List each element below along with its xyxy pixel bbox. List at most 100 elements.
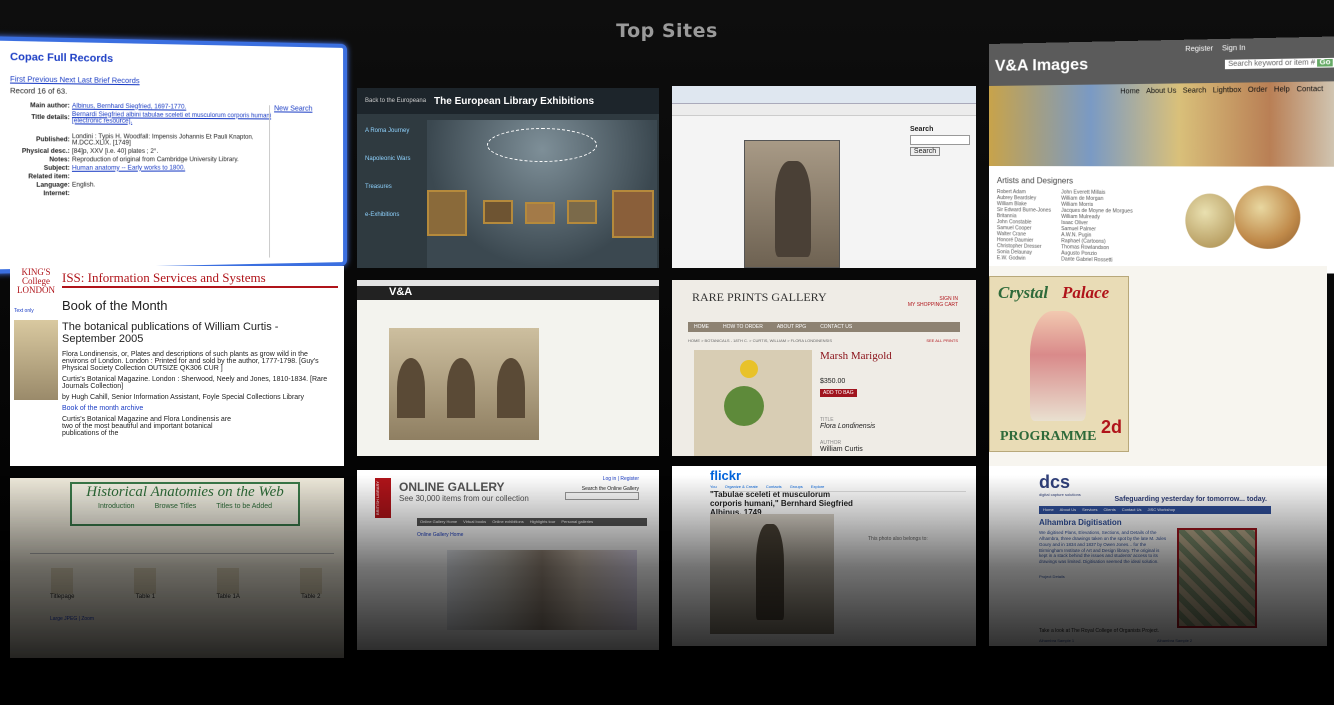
- va-section-title: Artists and Designers: [996, 176, 1074, 186]
- rpg-nav-about[interactable]: ABOUT RPG: [777, 324, 806, 330]
- dcs-nav-clients[interactable]: Clients: [1103, 507, 1115, 513]
- bl-tab-personal[interactable]: Personal galleries: [561, 519, 593, 525]
- bl-tab-books[interactable]: Virtual books: [463, 519, 486, 525]
- ha-row-item: Table 1A: [216, 594, 240, 600]
- rpg-add-button[interactable]: ADD TO BAG: [820, 389, 857, 397]
- dcs-logo[interactable]: dcs: [1039, 472, 1070, 493]
- top-site-european-library[interactable]: Back to the Europeana The European Libra…: [357, 88, 659, 268]
- copac-published: Londini : Typis H. Woodfall: Impensis Jo…: [71, 133, 254, 147]
- europeana-item-3[interactable]: Treasures: [365, 184, 425, 190]
- prints-search-input[interactable]: [910, 135, 970, 145]
- flickr-logo[interactable]: flickr: [710, 468, 741, 483]
- copac-subject-label: Subject:: [43, 165, 70, 172]
- flickr-photo-title: "Tabulae sceleti et musculorum corporis …: [710, 490, 853, 517]
- bl-log-in[interactable]: Log in: [603, 476, 617, 482]
- bl-tab-tour[interactable]: Highlights tour: [530, 519, 556, 525]
- va-search-go[interactable]: Go: [1317, 58, 1333, 67]
- dcs-detail[interactable]: Project Details: [1039, 574, 1065, 579]
- rpg-nav-contact[interactable]: CONTACT US: [820, 324, 852, 330]
- dcs-nav-about[interactable]: About Us: [1060, 507, 1076, 513]
- copac-internet-label: Internet:: [43, 190, 70, 197]
- bl-tab-home[interactable]: Online Gallery Home: [420, 519, 457, 525]
- rpg-title-value: Flora Londinensis: [820, 423, 876, 430]
- dcs-nav-contact[interactable]: Contact Us: [1122, 507, 1142, 513]
- ha-link-added[interactable]: Titles to be Added: [216, 503, 272, 510]
- crystal-line2: Palace: [1062, 283, 1110, 302]
- top-site-flickr[interactable]: flickr You Organize & Create Contacts Gr…: [672, 466, 976, 646]
- va2-logo[interactable]: V&A: [389, 286, 412, 298]
- top-site-british-library[interactable]: BRITISH LIBRARY ONLINE GALLERY See 30,00…: [357, 470, 659, 650]
- va-register[interactable]: Register: [1185, 45, 1213, 53]
- dcs-sample1[interactable]: Alhambra Sample 1: [1039, 638, 1074, 643]
- copac-published-label: Published:: [35, 136, 70, 143]
- va-search-input[interactable]: Search keyword or item # Go: [1224, 57, 1334, 70]
- rpg-see-all[interactable]: SEE ALL PRINTS: [926, 338, 958, 343]
- top-site-dcs[interactable]: dcs digital capture solutions Safeguardi…: [989, 466, 1327, 646]
- rpg-cart[interactable]: MY SHOPPING CART: [908, 302, 958, 308]
- va-artist[interactable]: E.W. Godwin: [997, 255, 1051, 262]
- bl-subtitle: See 30,000 items from our collection: [399, 494, 529, 503]
- dcs-nav-services[interactable]: Services: [1082, 507, 1097, 513]
- rpg-nav-home[interactable]: HOME: [694, 324, 709, 330]
- bl-search-input[interactable]: [565, 492, 639, 500]
- copac-title-label: Title details:: [31, 114, 70, 121]
- bl-breadcrumb[interactable]: Online Gallery Home: [417, 532, 463, 538]
- copac-notes-label: Notes:: [49, 156, 70, 163]
- top-site-va-alhambra[interactable]: V&A: [357, 280, 659, 456]
- dcs-text: We digitised Plans, Elevations, Sections…: [1039, 530, 1167, 565]
- kings-byline: by Hugh Cahill, Senior Information Assis…: [62, 394, 305, 401]
- bl-title: ONLINE GALLERY: [399, 480, 505, 494]
- va-brand: V&A Images: [994, 56, 1089, 75]
- rpg-nav-order[interactable]: HOW TO ORDER: [723, 324, 763, 330]
- kings-para3: Curtis's Botanical Magazine and Flora Lo…: [62, 416, 232, 437]
- europeana-back-link[interactable]: Back to the Europeana: [365, 98, 426, 104]
- kings-text-only[interactable]: Text only: [14, 308, 58, 314]
- bl-logo[interactable]: BRITISH LIBRARY: [375, 478, 391, 518]
- va-nav-search[interactable]: Search: [1183, 87, 1207, 95]
- va-nav-lightbox[interactable]: Lightbox: [1213, 87, 1242, 95]
- europeana-item-2[interactable]: Napoleonic Wars: [365, 156, 425, 162]
- va-nav-about[interactable]: About Us: [1146, 88, 1176, 96]
- bl-tab-exhibitions[interactable]: Online exhibitions: [492, 519, 524, 525]
- ha-link-intro[interactable]: Introduction: [98, 503, 135, 510]
- kings-header: ISS: Information Services and Systems: [62, 270, 338, 288]
- dcs-logo-sub: digital capture solutions: [1039, 492, 1081, 497]
- va-nav-contact[interactable]: Contact: [1296, 86, 1323, 94]
- bl-register[interactable]: Register: [620, 476, 639, 482]
- crystal-line1: Crystal: [998, 283, 1049, 302]
- top-site-historical-anatomies[interactable]: Historical Anatomies on the Web Introduc…: [10, 478, 344, 658]
- kings-archive-link[interactable]: Book of the month archive: [62, 405, 334, 412]
- va-nav-home[interactable]: Home: [1120, 88, 1139, 95]
- rpg-breadcrumb: HOME > BOTANICALS - 18TH C. > CURTIS, WI…: [688, 338, 832, 343]
- va-artist[interactable]: Dante Gabriel Rossetti: [1061, 256, 1133, 264]
- dcs-sample2[interactable]: Alhambra Sample 2: [1157, 638, 1192, 643]
- ha-zoom-link[interactable]: Large JPEG | Zoom: [50, 616, 94, 622]
- copac-title-value[interactable]: Bernardi Siegfried albini tabulae scelet…: [71, 110, 276, 126]
- top-site-copac[interactable]: Copac Full Records First Previous Next L…: [0, 36, 348, 274]
- dcs-closing: Take a look at The Royal College of Orga…: [1039, 628, 1159, 634]
- prints-search-label: Search: [910, 126, 934, 133]
- top-site-prints-viewer[interactable]: Search Search: [672, 86, 976, 268]
- kings-logo[interactable]: KING'S College LONDON: [14, 268, 58, 295]
- top-site-crystal-palace[interactable]: Crystal Palace PROGRAMME 2d: [989, 266, 1327, 466]
- dcs-nav-jisc[interactable]: JISC Workshop: [1148, 507, 1176, 513]
- prints-search-button[interactable]: Search: [910, 147, 940, 156]
- copac-physical-label: Physical desc.:: [21, 148, 70, 155]
- kings-section: Book of the Month: [62, 298, 168, 313]
- ha-row-item: Table 1: [135, 594, 156, 600]
- europeana-item-1[interactable]: A Roma Journey: [365, 128, 425, 134]
- rpg-logo[interactable]: RARE PRINTS GALLERY: [692, 290, 827, 305]
- dcs-nav-home[interactable]: Home: [1043, 507, 1054, 513]
- top-site-kings-college[interactable]: KING'S College LONDON Text only ISS: Inf…: [10, 266, 344, 466]
- europeana-item-4[interactable]: e-Exhibitions: [365, 212, 425, 218]
- va-sign-in[interactable]: Sign In: [1222, 45, 1246, 53]
- copac-nav[interactable]: First Previous Next Last Brief Records: [10, 76, 140, 85]
- ha-link-browse[interactable]: Browse Titles: [155, 503, 197, 510]
- copac-related-label: Related item:: [28, 173, 70, 180]
- copac-new-search[interactable]: New Search: [274, 105, 335, 113]
- top-site-rare-prints[interactable]: RARE PRINTS GALLERY SIGN IN MY SHOPPING …: [672, 280, 976, 456]
- top-site-va-images[interactable]: Register Sign In V&A Images Search keywo…: [989, 36, 1334, 274]
- va-nav-order[interactable]: Order: [1248, 86, 1268, 94]
- va-nav-help[interactable]: Help: [1274, 86, 1290, 94]
- flickr-belongs-to: This photo also belongs to:: [868, 536, 928, 542]
